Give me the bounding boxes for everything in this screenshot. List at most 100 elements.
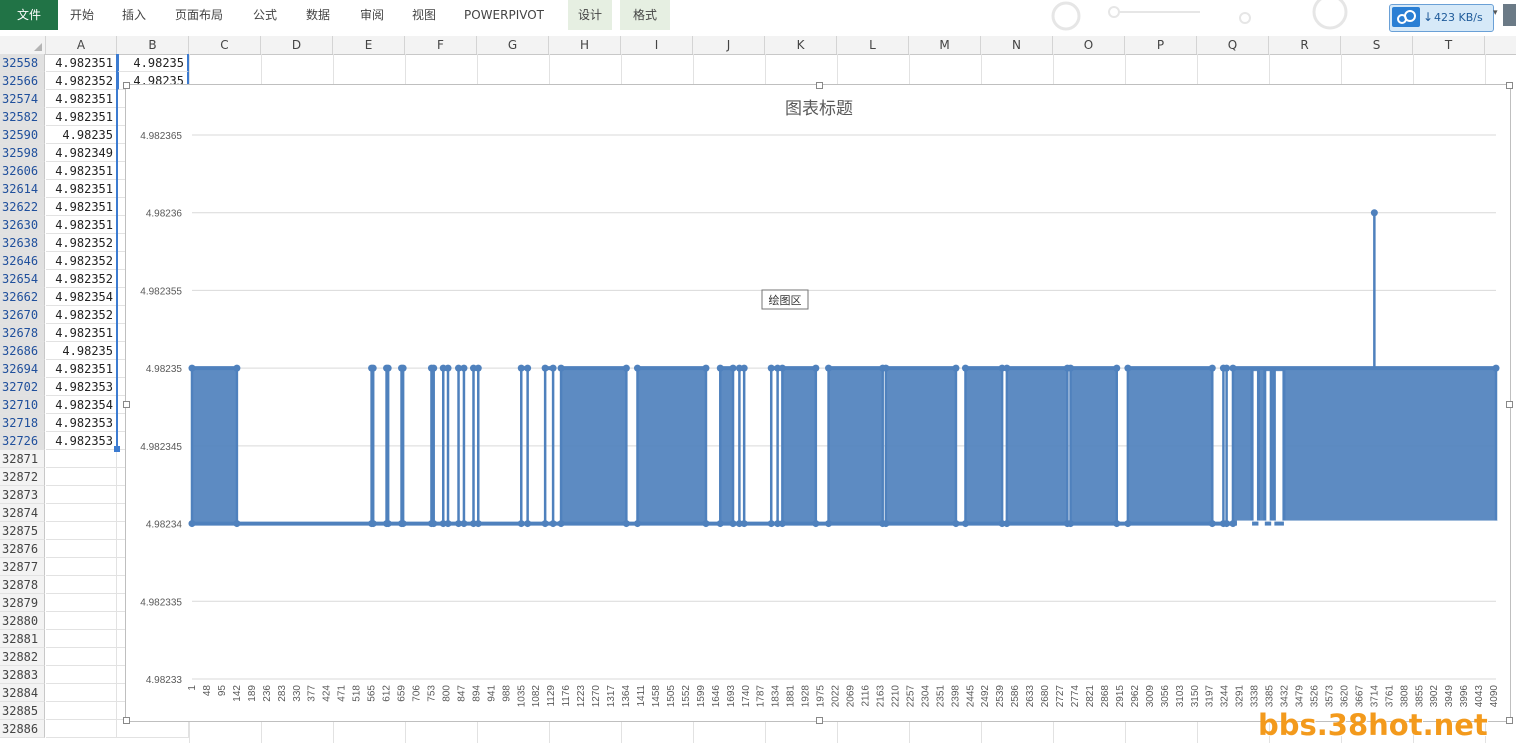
ribbon-tab-3[interactable]: 页面布局 [166,0,232,30]
row-header[interactable]: 32882 [0,648,45,666]
cell-a[interactable]: 4.982352 [46,306,117,324]
resize-handle[interactable] [123,82,130,89]
resize-handle[interactable] [816,717,823,724]
cell-a[interactable]: 4.982351 [46,216,117,234]
row-header[interactable]: 32878 [0,576,45,594]
row-header[interactable]: 32606 [0,162,45,180]
column-header-l[interactable]: L [837,36,909,54]
cell-a[interactable]: 4.982353 [46,378,117,396]
cell-a[interactable]: 4.982351 [46,162,117,180]
row-header[interactable]: 32654 [0,270,45,288]
column-header-n[interactable]: N [981,36,1053,54]
cell-a[interactable] [46,702,117,720]
ribbon-tab-4[interactable]: 公式 [245,0,285,30]
row-header[interactable]: 32646 [0,252,45,270]
column-header-a[interactable]: A [46,36,117,54]
network-speed-widget[interactable]: ↓ 423 KB/s [1389,4,1494,32]
cell-a[interactable] [46,630,117,648]
column-header-o[interactable]: O [1053,36,1125,54]
column-header-i[interactable]: I [621,36,693,54]
resize-handle[interactable] [1506,401,1513,408]
ribbon-tab-9[interactable]: 设计 [568,0,612,30]
cell-a[interactable]: 4.98235 [46,342,117,360]
cell-a[interactable]: 4.982351 [46,198,117,216]
row-header[interactable]: 32686 [0,342,45,360]
row-header[interactable]: 32873 [0,486,45,504]
row-header[interactable]: 32630 [0,216,45,234]
column-header-j[interactable]: J [693,36,765,54]
row-header[interactable]: 32872 [0,468,45,486]
cell-a[interactable]: 4.982351 [46,180,117,198]
cell-a[interactable] [46,504,117,522]
row-header[interactable]: 32702 [0,378,45,396]
cell-a[interactable] [46,558,117,576]
ribbon-tab-1[interactable]: 开始 [62,0,102,30]
row-header[interactable]: 32875 [0,522,45,540]
row-header[interactable]: 32566 [0,72,45,90]
cell-a[interactable]: 4.982352 [46,252,117,270]
column-header-s[interactable]: S [1341,36,1413,54]
cell-a[interactable] [46,540,117,558]
cell-a[interactable]: 4.982353 [46,414,117,432]
resize-handle[interactable] [816,82,823,89]
resize-handle[interactable] [123,401,130,408]
fill-handle[interactable] [114,446,120,452]
row-header[interactable]: 32710 [0,396,45,414]
cell-a[interactable]: 4.982354 [46,396,117,414]
ribbon-tab-6[interactable]: 审阅 [352,0,392,30]
column-header-g[interactable]: G [477,36,549,54]
row-header[interactable]: 32662 [0,288,45,306]
cell-a[interactable]: 4.982351 [46,90,117,108]
row-header[interactable]: 32574 [0,90,45,108]
row-header[interactable]: 32622 [0,198,45,216]
column-header-k[interactable]: K [765,36,837,54]
row-header[interactable]: 32876 [0,540,45,558]
row-header[interactable]: 32886 [0,720,45,738]
row-header[interactable]: 32614 [0,180,45,198]
cell-a[interactable] [46,684,117,702]
row-header[interactable]: 32879 [0,594,45,612]
column-header-d[interactable]: D [261,36,333,54]
ribbon-tab-2[interactable]: 插入 [114,0,154,30]
cell-b[interactable]: 4.98235 [117,54,189,72]
cell-a[interactable] [46,486,117,504]
cell-a[interactable]: 4.982352 [46,270,117,288]
cell-a[interactable] [46,720,117,738]
column-header-h[interactable]: H [549,36,621,54]
row-header[interactable]: 32883 [0,666,45,684]
column-header-p[interactable]: P [1125,36,1197,54]
row-header[interactable]: 32582 [0,108,45,126]
cell-a[interactable]: 4.982353 [46,432,117,450]
resize-handle[interactable] [123,717,130,724]
cell-a[interactable]: 4.98235 [46,126,117,144]
cell-a[interactable]: 4.982354 [46,288,117,306]
resize-handle[interactable] [1506,717,1513,724]
cell-a[interactable]: 4.982351 [46,54,117,72]
cell-a[interactable] [46,666,117,684]
cell-a[interactable] [46,522,117,540]
row-header[interactable]: 32880 [0,612,45,630]
column-header-m[interactable]: M [909,36,981,54]
row-header[interactable]: 32598 [0,144,45,162]
row-header[interactable]: 32874 [0,504,45,522]
cell-a[interactable] [46,450,117,468]
cell-a[interactable]: 4.982351 [46,360,117,378]
window-thumbnail[interactable] [1503,4,1516,26]
cell-a[interactable]: 4.982352 [46,72,117,90]
chevron-down-icon[interactable]: ▾ [1493,8,1498,18]
cell-a[interactable] [46,648,117,666]
row-header[interactable]: 32678 [0,324,45,342]
column-header-f[interactable]: F [405,36,477,54]
row-header[interactable]: 32590 [0,126,45,144]
cell-a[interactable]: 4.982351 [46,324,117,342]
ribbon-tab-7[interactable]: 视图 [404,0,444,30]
ribbon-tab-5[interactable]: 数据 [298,0,338,30]
column-header-t[interactable]: T [1413,36,1485,54]
column-header-c[interactable]: C [189,36,261,54]
column-header-q[interactable]: Q [1197,36,1269,54]
cell-a[interactable] [46,468,117,486]
ribbon-tab-10[interactable]: 格式 [620,0,670,30]
cell-a[interactable]: 4.982351 [46,108,117,126]
row-header[interactable]: 32871 [0,450,45,468]
row-header[interactable]: 32694 [0,360,45,378]
